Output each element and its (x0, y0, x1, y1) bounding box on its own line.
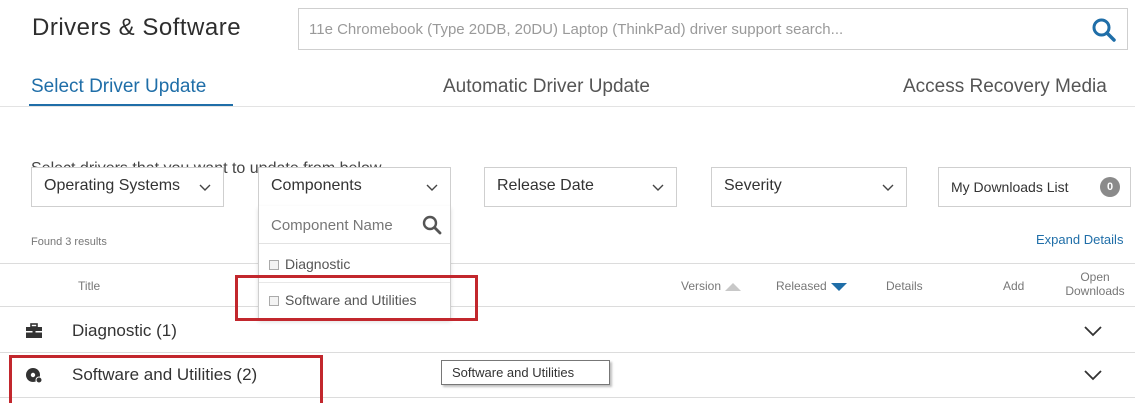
checkbox[interactable] (269, 296, 279, 306)
component-option-software-and-utilities[interactable]: Software and Utilities (269, 292, 417, 308)
component-option-diagnostic[interactable]: Diagnostic (269, 256, 350, 272)
chevron-down-icon (882, 184, 894, 191)
tooltip: Software and Utilities (441, 360, 610, 385)
column-open-downloads: Open Downloads (1055, 270, 1135, 298)
row-divider (0, 397, 1135, 398)
component-name-input[interactable] (259, 206, 419, 244)
sort-descending-icon (830, 282, 847, 291)
sort-ascending-icon (725, 282, 742, 291)
table-header-top-rule (0, 263, 1135, 264)
column-title: Title (78, 279, 101, 293)
column-released[interactable]: Released (776, 279, 847, 293)
downloads-count-badge: 0 (1100, 177, 1120, 197)
page-title: Drivers & Software (32, 14, 242, 41)
components-label: Components (271, 177, 362, 194)
tab-bar: Select Driver Update Automatic Driver Up… (0, 68, 1135, 108)
tab-access-recovery-media[interactable]: Access Recovery Media (903, 76, 1107, 98)
operating-systems-label: Operating Systems (44, 177, 181, 194)
severity-label: Severity (724, 177, 782, 194)
release-date-dropdown[interactable]: Release Date (484, 167, 677, 207)
search-icon[interactable] (1091, 17, 1117, 43)
tabs-divider (0, 106, 1135, 107)
results-count: Found 3 results (31, 236, 107, 248)
column-version-label: Version (681, 279, 722, 293)
chevron-down-icon (426, 184, 438, 191)
column-add: Add (1003, 279, 1025, 293)
chevron-down-icon (199, 184, 211, 191)
column-details: Details (886, 279, 923, 293)
tab-automatic-driver-update[interactable]: Automatic Driver Update (443, 76, 650, 98)
chevron-down-icon[interactable] (1084, 325, 1102, 337)
search-box[interactable] (298, 8, 1128, 50)
disc-icon (26, 368, 43, 383)
checkbox[interactable] (269, 260, 279, 270)
toolbox-icon (26, 323, 42, 338)
component-search-box[interactable] (259, 206, 450, 244)
severity-dropdown[interactable]: Severity (711, 167, 907, 207)
option-divider (259, 282, 450, 283)
column-version[interactable]: Version (681, 279, 742, 293)
row-label: Diagnostic (1) (72, 321, 177, 340)
components-dropdown-panel: Diagnostic Software and Utilities (258, 206, 451, 320)
release-date-label: Release Date (497, 177, 594, 194)
option-label: Software and Utilities (285, 292, 417, 308)
category-row-diagnostic[interactable]: Diagnostic (1) (0, 309, 1135, 353)
search-input[interactable] (299, 9, 1059, 49)
row-label: Software and Utilities (2) (72, 365, 258, 384)
column-open-downloads-line2: Downloads (1065, 284, 1125, 298)
my-downloads-label: My Downloads List (951, 179, 1069, 195)
components-dropdown[interactable]: Components (258, 167, 451, 207)
table-header-bottom-rule (0, 306, 1135, 307)
search-icon[interactable] (422, 215, 442, 235)
operating-systems-dropdown[interactable]: Operating Systems (31, 167, 224, 207)
chevron-down-icon[interactable] (1084, 369, 1102, 381)
option-label: Diagnostic (285, 256, 351, 272)
expand-details-link[interactable]: Expand Details (1036, 232, 1123, 247)
my-downloads-list-button[interactable]: My Downloads List 0 (938, 167, 1131, 207)
column-released-label: Released (776, 279, 827, 293)
chevron-down-icon (652, 184, 664, 191)
column-open-downloads-line1: Open (1080, 270, 1110, 284)
tab-select-driver-update[interactable]: Select Driver Update (31, 76, 206, 98)
